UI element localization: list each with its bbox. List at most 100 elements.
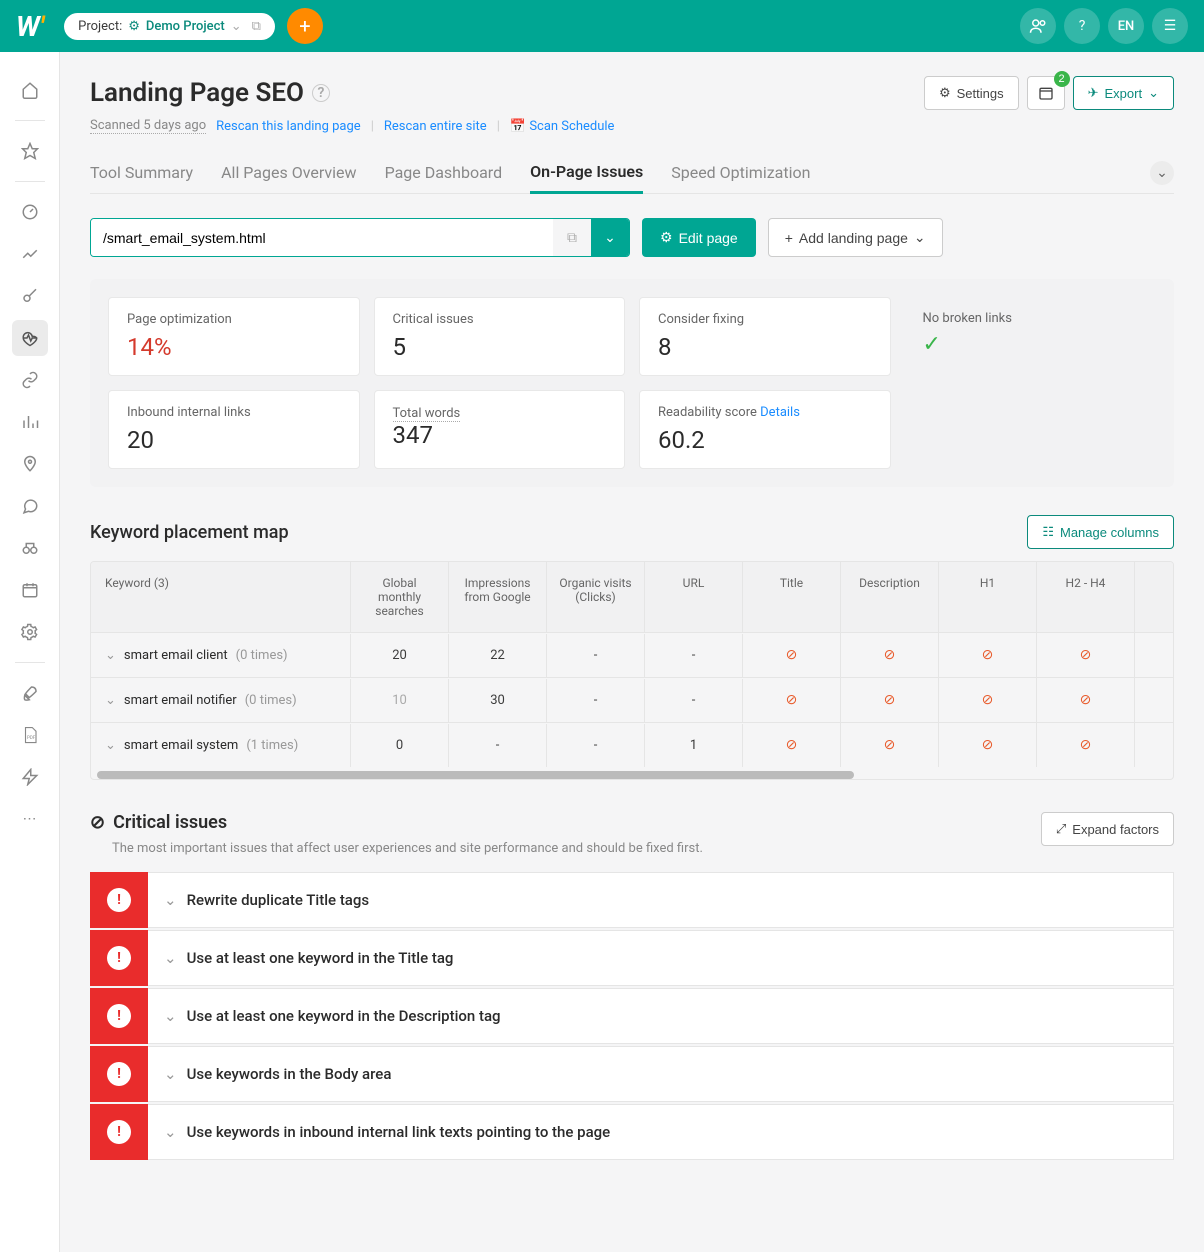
chevron-down-icon[interactable]: ⌄: [164, 1123, 177, 1141]
issue-body[interactable]: ⌄Rewrite duplicate Title tags: [148, 872, 1174, 928]
key-icon[interactable]: [12, 278, 48, 314]
stat-words: Total words 347: [374, 390, 626, 469]
warn-icon: ⊘: [1080, 737, 1092, 753]
page-title: Landing Page SEO ?: [90, 78, 330, 108]
issue-badge: !: [90, 872, 148, 928]
table-row: ⌄smart email notifier (0 times) 10 30 - …: [91, 677, 1173, 722]
tab-page-dashboard[interactable]: Page Dashboard: [385, 153, 503, 192]
settings-button[interactable]: ⚙ Settings: [924, 76, 1019, 110]
exclaim-icon: !: [107, 1120, 131, 1144]
scrollbar[interactable]: [97, 771, 854, 779]
bolt-icon[interactable]: [12, 759, 48, 795]
link-icon[interactable]: [12, 362, 48, 398]
subhead: Scanned 5 days ago Rescan this landing p…: [90, 118, 1174, 134]
add-landing-button[interactable]: + Add landing page ⌄: [768, 218, 943, 257]
project-selector[interactable]: Project: ⚙ Demo Project ⌄ ⧉: [64, 13, 275, 40]
home-icon[interactable]: [12, 72, 48, 108]
project-label: Project:: [78, 19, 122, 34]
table-row: ⌄smart email client (0 times) 20 22 - - …: [91, 632, 1173, 677]
expand-row-icon[interactable]: ⌄: [105, 693, 116, 708]
help-icon[interactable]: ?: [1064, 8, 1100, 44]
exclaim-icon: !: [107, 1004, 131, 1028]
issue-row: ! ⌄Rewrite duplicate Title tags: [90, 872, 1174, 928]
expand-row-icon[interactable]: ⌄: [105, 738, 116, 753]
chevron-down-icon[interactable]: ⌄: [164, 1065, 177, 1083]
rocket-icon[interactable]: [12, 675, 48, 711]
chevron-down-icon[interactable]: ⌄: [164, 1007, 177, 1025]
open-url-icon[interactable]: ⧉: [553, 219, 591, 256]
dashboard-icon[interactable]: [12, 194, 48, 230]
pin-icon[interactable]: [12, 446, 48, 482]
critical-desc: The most important issues that affect us…: [112, 841, 703, 856]
star-icon[interactable]: [12, 133, 48, 169]
keyword-map-title: Keyword placement map: [90, 522, 289, 543]
tab-summary[interactable]: Tool Summary: [90, 153, 193, 192]
more-icon[interactable]: ⋯: [12, 801, 48, 837]
sidebar: PDF ⋯: [0, 52, 60, 1252]
tab-speed[interactable]: Speed Optimization: [671, 153, 810, 192]
warn-icon: ⊘: [1080, 692, 1092, 708]
menu-icon[interactable]: ☰: [1152, 8, 1188, 44]
url-input[interactable]: [91, 219, 553, 256]
tab-all-pages[interactable]: All Pages Overview: [221, 153, 356, 192]
tab-on-page-issues[interactable]: On-Page Issues: [530, 152, 643, 194]
issue-body[interactable]: ⌄Use at least one keyword in the Descrip…: [148, 988, 1174, 1044]
issue-row: ! ⌄Use at least one keyword in the Title…: [90, 930, 1174, 986]
tabs: Tool Summary All Pages Overview Page Das…: [90, 152, 1174, 194]
issue-body[interactable]: ⌄Use keywords in inbound internal link t…: [148, 1104, 1174, 1160]
external-link-icon[interactable]: ⧉: [252, 19, 261, 34]
stat-critical: Critical issues 5: [374, 297, 626, 376]
exclaim-icon: !: [107, 888, 131, 912]
chevron-down-icon: ⌄: [231, 19, 242, 34]
issue-badge: !: [90, 1046, 148, 1102]
calendar-button[interactable]: 2: [1027, 76, 1065, 110]
alert-icon: ⊘: [90, 812, 105, 833]
issue-body[interactable]: ⌄Use keywords in the Body area: [148, 1046, 1174, 1102]
stat-optimization: Page optimization 14%: [108, 297, 360, 376]
pdf-icon[interactable]: PDF: [12, 717, 48, 753]
edit-page-button[interactable]: ⚙ Edit page: [642, 218, 756, 257]
tab-more-icon[interactable]: ⌄: [1150, 161, 1174, 185]
manage-columns-button[interactable]: ☷ Manage columns: [1027, 515, 1174, 549]
rescan-site-link[interactable]: Rescan entire site: [384, 119, 487, 134]
gear-icon[interactable]: [12, 614, 48, 650]
critical-section: ⊘ Critical issues The most important iss…: [90, 812, 1174, 1160]
critical-title: ⊘ Critical issues: [90, 812, 703, 833]
issue-row: ! ⌄Use keywords in the Body area: [90, 1046, 1174, 1102]
warn-icon: ⊘: [1080, 647, 1092, 663]
logo: W': [16, 10, 44, 43]
export-button[interactable]: ✈ Export ⌄: [1073, 76, 1174, 110]
details-link[interactable]: Details: [760, 405, 800, 420]
url-row: ⧉ ⌄ ⚙ Edit page + Add landing page ⌄: [90, 218, 1174, 257]
warn-icon: ⊘: [786, 692, 798, 708]
table-row: ⌄smart email system (1 times) 0 - - 1 ⊘ …: [91, 722, 1173, 767]
issue-badge: !: [90, 930, 148, 986]
stats-panel: Page optimization 14% Critical issues 5 …: [90, 279, 1174, 487]
share-icon: ⚙: [128, 19, 140, 34]
expand-row-icon[interactable]: ⌄: [105, 648, 116, 663]
issue-row: ! ⌄Use at least one keyword in the Descr…: [90, 988, 1174, 1044]
project-name: Demo Project: [146, 19, 225, 34]
binoculars-icon[interactable]: [12, 530, 48, 566]
scan-schedule-link[interactable]: 📅 Scan Schedule: [510, 119, 615, 134]
lang-toggle[interactable]: EN: [1108, 8, 1144, 44]
chevron-down-icon[interactable]: ⌄: [164, 891, 177, 909]
chat-icon[interactable]: [12, 488, 48, 524]
stat-broken: No broken links ✓: [905, 297, 1157, 376]
chevron-down-icon[interactable]: ⌄: [164, 949, 177, 967]
add-button[interactable]: +: [287, 8, 323, 44]
url-input-wrap: ⧉ ⌄: [90, 218, 630, 257]
bars-icon[interactable]: [12, 404, 48, 440]
url-dropdown-icon[interactable]: ⌄: [591, 219, 629, 256]
help-hint-icon[interactable]: ?: [312, 84, 330, 102]
issue-list: ! ⌄Rewrite duplicate Title tags ! ⌄Use a…: [90, 872, 1174, 1160]
calendar-badge: 2: [1054, 71, 1070, 87]
expand-factors-button[interactable]: ⤢ Expand factors: [1041, 812, 1174, 846]
user-icon[interactable]: [1020, 8, 1056, 44]
health-icon[interactable]: [12, 320, 48, 356]
calendar-icon[interactable]: [12, 572, 48, 608]
warn-icon: ⊘: [884, 737, 896, 753]
issue-body[interactable]: ⌄Use at least one keyword in the Title t…: [148, 930, 1174, 986]
chart-icon[interactable]: [12, 236, 48, 272]
rescan-page-link[interactable]: Rescan this landing page: [216, 119, 361, 134]
